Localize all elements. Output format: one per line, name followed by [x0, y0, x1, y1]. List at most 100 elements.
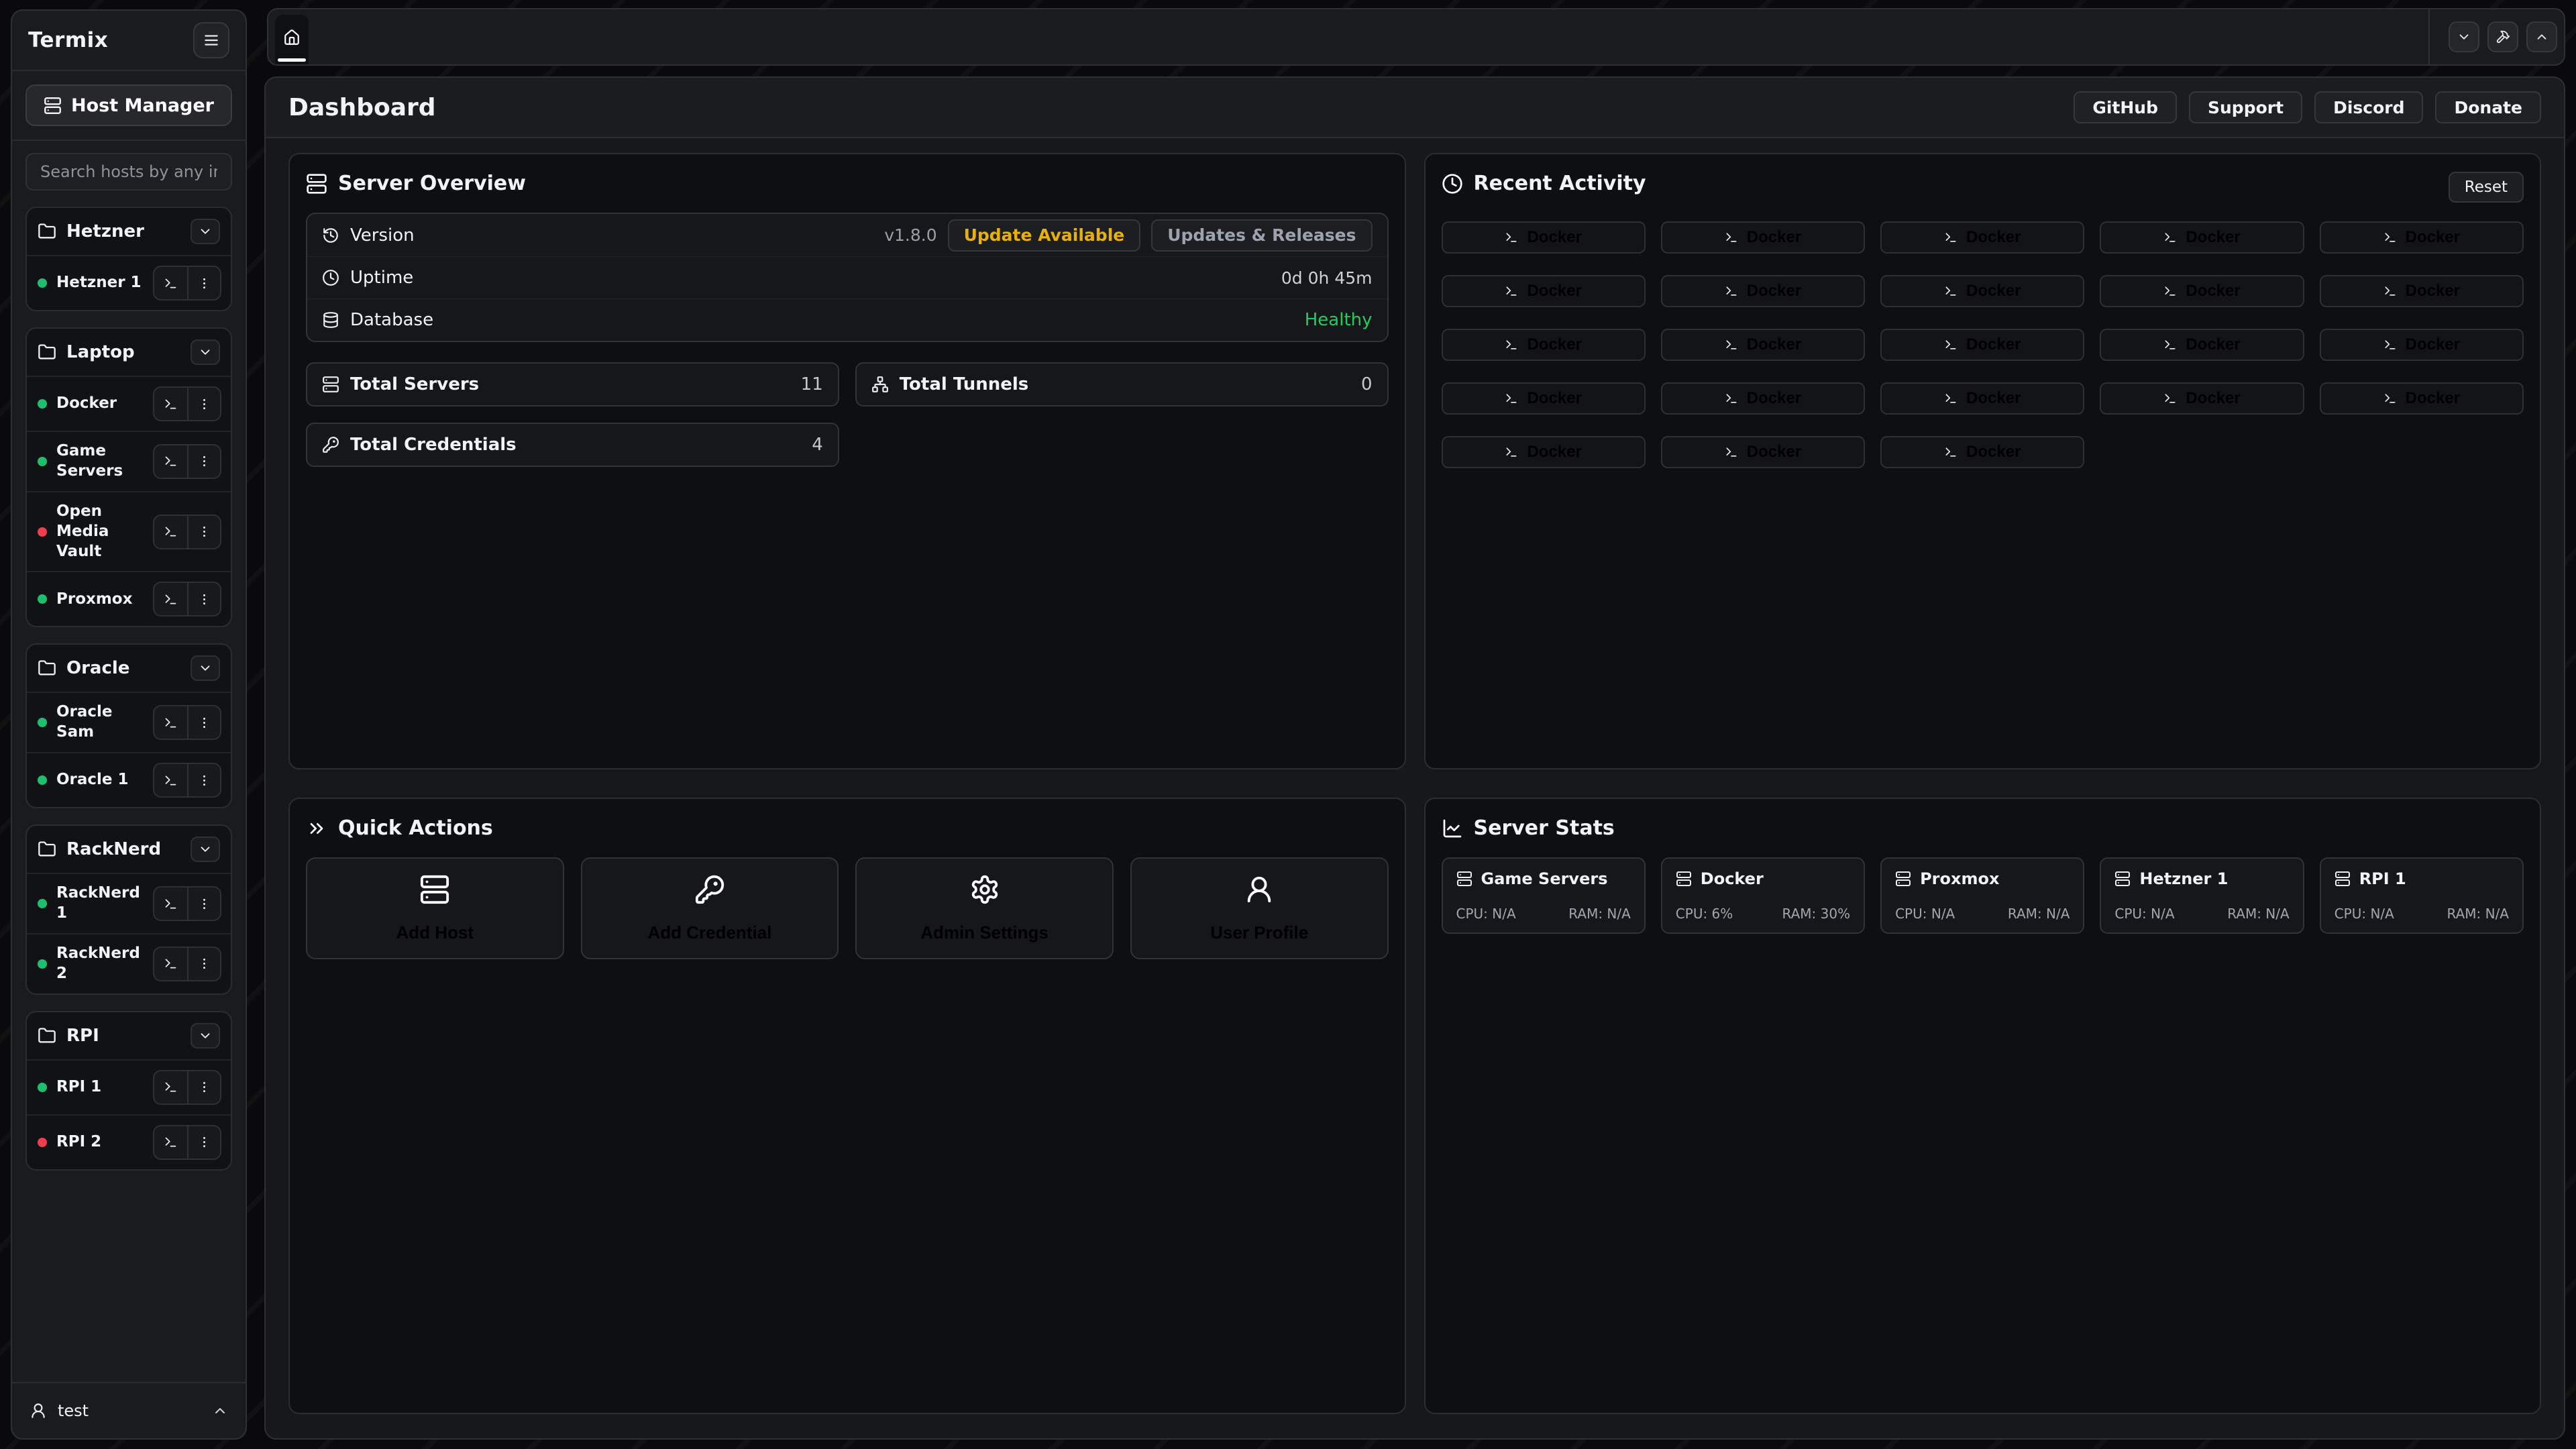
user-menu[interactable]: test [12, 1382, 246, 1438]
github-button[interactable]: GitHub [2074, 91, 2177, 123]
open-terminal-button[interactable] [154, 1071, 187, 1104]
activity-item-button[interactable]: Docker [1661, 382, 1865, 415]
group-collapse-button[interactable] [191, 837, 220, 862]
host-more-button[interactable] [187, 1126, 220, 1159]
activity-item-button[interactable]: Docker [1661, 221, 1865, 254]
host-more-button[interactable] [187, 888, 220, 920]
group-collapse-button[interactable] [191, 339, 220, 365]
admin-tools-button[interactable] [2487, 21, 2518, 52]
open-terminal-button[interactable] [154, 1126, 187, 1159]
activity-item-button[interactable]: Docker [1880, 436, 2084, 468]
open-terminal-button[interactable] [154, 516, 187, 548]
open-terminal-button[interactable] [154, 267, 187, 299]
activity-item-button[interactable]: Docker [2100, 382, 2304, 415]
activity-item-button[interactable]: Docker [1880, 382, 2084, 415]
host-row[interactable]: Proxmox [27, 571, 231, 626]
activity-item-button[interactable]: Docker [2320, 275, 2524, 307]
host-row[interactable]: RPI 1 [27, 1059, 231, 1114]
search-input[interactable] [25, 153, 232, 191]
update-available-button[interactable]: Update Available [948, 219, 1141, 252]
host-actions [153, 266, 221, 301]
activity-item-button[interactable]: Docker [1442, 329, 1646, 361]
host-row[interactable]: Oracle Sam [27, 692, 231, 752]
quick-action-admin-settings[interactable]: Admin Settings [855, 857, 1114, 959]
activity-item-button[interactable]: Docker [2320, 221, 2524, 254]
discord-button[interactable]: Discord [2314, 91, 2423, 123]
folder-icon [38, 840, 56, 859]
stat-card-header: Docker [1676, 869, 1850, 888]
collapse-up-button[interactable] [2526, 21, 2557, 52]
open-terminal-button[interactable] [154, 445, 187, 478]
host-manager-button[interactable]: Host Manager [25, 85, 232, 126]
activity-item-button[interactable]: Docker [2320, 382, 2524, 415]
activity-item-button[interactable]: Docker [1880, 329, 2084, 361]
host-more-button[interactable] [187, 706, 220, 739]
ellipsis-vertical-icon [197, 897, 211, 911]
total-value: 0 [1361, 374, 1373, 394]
host-more-button[interactable] [187, 764, 220, 796]
activity-label: Docker [1966, 335, 2021, 354]
collapse-down-button[interactable] [2449, 21, 2479, 52]
open-terminal-button[interactable] [154, 706, 187, 739]
host-more-button[interactable] [187, 445, 220, 478]
activity-item-button[interactable]: Docker [1661, 275, 1865, 307]
open-terminal-button[interactable] [154, 948, 187, 980]
host-row[interactable]: Open Media Vault [27, 491, 231, 572]
activity-item-button[interactable]: Docker [1442, 221, 1646, 254]
updates-releases-button[interactable]: Updates & Releases [1151, 219, 1372, 252]
open-terminal-button[interactable] [154, 388, 187, 420]
host-more-button[interactable] [187, 516, 220, 548]
host-more-button[interactable] [187, 388, 220, 420]
host-row[interactable]: Docker [27, 376, 231, 431]
quick-action-add-host[interactable]: Add Host [306, 857, 564, 959]
terminal-icon [1944, 445, 1957, 459]
activity-item-button[interactable]: Docker [2100, 329, 2304, 361]
tab-home[interactable] [275, 15, 309, 64]
activity-item-button[interactable]: Docker [2100, 221, 2304, 254]
host-row[interactable]: RackNerd 2 [27, 933, 231, 994]
tabbar-divider [2428, 9, 2430, 64]
host-row[interactable]: RPI 2 [27, 1114, 231, 1169]
support-button[interactable]: Support [2189, 91, 2302, 123]
host-row[interactable]: Oracle 1 [27, 752, 231, 807]
activity-item-button[interactable]: Docker [1442, 275, 1646, 307]
host-more-button[interactable] [187, 1071, 220, 1104]
activity-item-button[interactable]: Docker [2320, 329, 2524, 361]
reset-button[interactable]: Reset [2449, 172, 2524, 203]
network-icon [871, 376, 889, 393]
activity-item-button[interactable]: Docker [1442, 382, 1646, 415]
open-terminal-button[interactable] [154, 764, 187, 796]
activity-label: Docker [1747, 282, 1801, 301]
host-row[interactable]: RackNerd 1 [27, 873, 231, 933]
activity-item-button[interactable]: Docker [1880, 221, 2084, 254]
terminal-icon [1944, 284, 1957, 298]
activity-item-button[interactable]: Docker [2100, 275, 2304, 307]
terminal-icon [2383, 231, 2397, 244]
sidebar-header: Termix [12, 11, 246, 71]
terminal-icon [164, 773, 178, 788]
donate-button[interactable]: Donate [2435, 91, 2541, 123]
host-name: RPI 1 [56, 1077, 144, 1097]
open-terminal-button[interactable] [154, 888, 187, 920]
quick-action-add-credential[interactable]: Add Credential [581, 857, 839, 959]
chevron-down-icon [2457, 30, 2471, 44]
group-collapse-button[interactable] [191, 219, 220, 244]
quick-action-user-profile[interactable]: User Profile [1130, 857, 1389, 959]
menu-button[interactable] [193, 22, 229, 58]
stat-card-metrics: CPU: N/ARAM: N/A [2114, 906, 2289, 922]
group-collapse-button[interactable] [191, 1023, 220, 1049]
group-name: Oracle [66, 658, 180, 678]
host-more-button[interactable] [187, 267, 220, 299]
activity-item-button[interactable]: Docker [1661, 436, 1865, 468]
host-group-header: Hetzner [27, 208, 231, 255]
group-collapse-button[interactable] [191, 655, 220, 681]
host-row[interactable]: Hetzner 1 [27, 255, 231, 310]
host-more-button[interactable] [187, 583, 220, 615]
open-terminal-button[interactable] [154, 583, 187, 615]
host-row[interactable]: Game Servers [27, 431, 231, 491]
activity-item-button[interactable]: Docker [1880, 275, 2084, 307]
stat-cpu: CPU: N/A [1456, 906, 1516, 922]
activity-item-button[interactable]: Docker [1442, 436, 1646, 468]
activity-item-button[interactable]: Docker [1661, 329, 1865, 361]
host-more-button[interactable] [187, 948, 220, 980]
